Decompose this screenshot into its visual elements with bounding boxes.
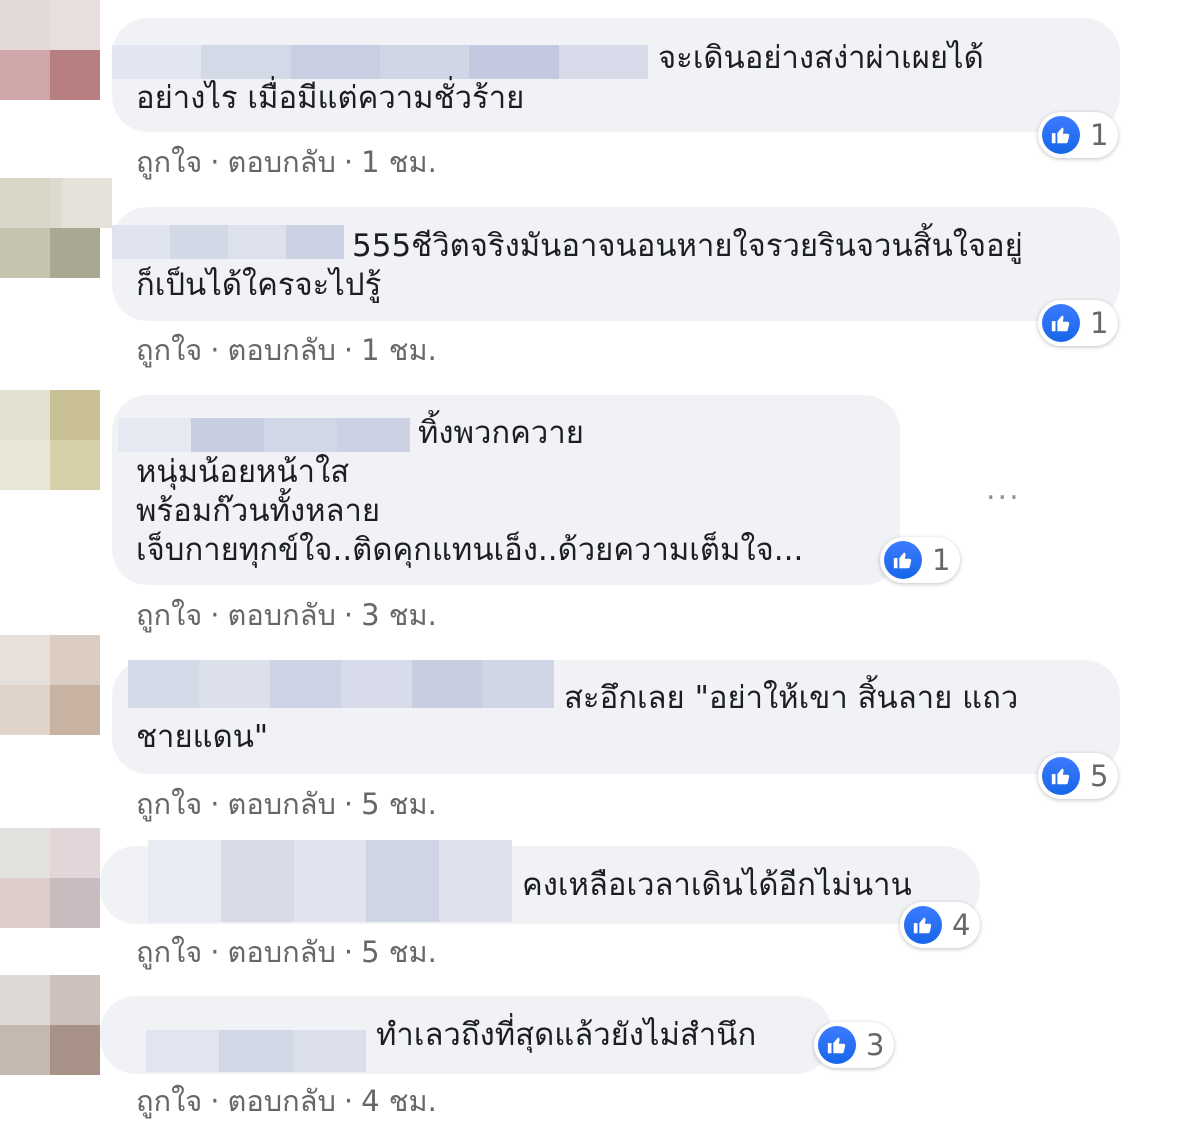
comment-text: 555ชีวิตจริงมันอาจนอนหายใจรวยรินจวนสิ้นใ… (352, 228, 1023, 264)
more-options-icon[interactable]: ... (986, 472, 1021, 507)
reply-link[interactable]: ตอบกลับ (228, 787, 336, 821)
like-link[interactable]: ถูกใจ (136, 598, 202, 632)
reaction-badge[interactable]: 4 (900, 902, 981, 948)
timestamp[interactable]: 1 ชม. (361, 333, 437, 367)
like-link[interactable]: ถูกใจ (136, 1084, 202, 1118)
separator: · (210, 333, 220, 367)
reply-link[interactable]: ตอบกลับ (228, 333, 336, 367)
reaction-count: 5 (1090, 759, 1109, 793)
commenter-name[interactable] (118, 418, 410, 452)
commenter-name[interactable] (146, 1030, 366, 1072)
comment-text: ชายแดน" (136, 719, 269, 755)
commenter-avatar[interactable] (0, 390, 100, 490)
comment-text: ก็เป็นได้ใครจะไปรู้ (136, 267, 382, 303)
commenter-name[interactable] (128, 660, 554, 708)
reaction-badge[interactable]: 1 (1038, 112, 1119, 158)
comment-text: เจ็บกายทุกข์ใจ..ติดคุกแทนเอ็ง..ด้วยความเ… (136, 532, 804, 568)
timestamp[interactable]: 5 ชม. (361, 935, 437, 969)
reaction-badge[interactable]: 3 (814, 1022, 895, 1068)
reaction-count: 4 (952, 908, 971, 942)
comment-actions: ถูกใจ · ตอบกลับ · 1 ชม. (136, 327, 437, 373)
separator: · (343, 935, 354, 969)
timestamp[interactable]: 1 ชม. (361, 145, 437, 179)
comment-actions: ถูกใจ · ตอบกลับ · 4 ชม. (136, 1078, 437, 1124)
commenter-avatar[interactable] (0, 0, 100, 100)
commenter-name[interactable] (148, 840, 512, 922)
like-link[interactable]: ถูกใจ (136, 145, 202, 179)
separator: · (210, 787, 220, 821)
commenter-name[interactable] (112, 45, 648, 79)
like-link[interactable]: ถูกใจ (136, 787, 202, 821)
reaction-badge[interactable]: 5 (1038, 753, 1119, 799)
comment-actions: ถูกใจ · ตอบกลับ · 5 ชม. (136, 929, 437, 975)
thumbs-up-icon (1042, 757, 1080, 795)
timestamp[interactable]: 4 ชม. (361, 1084, 437, 1118)
separator: · (343, 598, 354, 632)
separator: · (343, 1084, 354, 1118)
comment-actions: ถูกใจ · ตอบกลับ · 3 ชม. (136, 592, 437, 638)
separator: · (343, 333, 354, 367)
like-link[interactable]: ถูกใจ (136, 333, 202, 367)
comment-text: พร้อมก๊วนทั้งหลาย (136, 493, 381, 529)
thumbs-up-icon (818, 1026, 856, 1064)
separator: · (210, 598, 220, 632)
commenter-avatar-blur (62, 178, 112, 228)
comment-text: หนุ่มน้อยหน้าใส (136, 454, 350, 490)
separator: · (210, 935, 220, 969)
commenter-avatar[interactable] (0, 975, 100, 1075)
reaction-count: 1 (932, 543, 951, 577)
reaction-badge[interactable]: 1 (1038, 300, 1119, 346)
commenter-avatar[interactable] (0, 635, 100, 735)
separator: · (210, 145, 220, 179)
reply-link[interactable]: ตอบกลับ (228, 935, 336, 969)
separator: · (343, 145, 354, 179)
thumbs-up-icon (1042, 304, 1080, 342)
comment-actions: ถูกใจ · ตอบกลับ · 5 ชม. (136, 781, 437, 827)
reaction-badge[interactable]: 1 (880, 537, 961, 583)
comment-text: ทำเลวถึงที่สุดแล้วยังไม่สำนึก (376, 1017, 757, 1053)
reaction-count: 1 (1090, 306, 1109, 340)
comment-actions: ถูกใจ · ตอบกลับ · 1 ชม. (136, 139, 437, 185)
timestamp[interactable]: 3 ชม. (361, 598, 437, 632)
thumbs-up-icon (884, 541, 922, 579)
commenter-name[interactable] (112, 225, 344, 259)
thumbs-up-icon (1042, 116, 1080, 154)
reply-link[interactable]: ตอบกลับ (228, 1084, 336, 1118)
commenter-avatar[interactable] (0, 828, 100, 928)
separator: · (343, 787, 354, 821)
separator: · (210, 1084, 220, 1118)
like-link[interactable]: ถูกใจ (136, 935, 202, 969)
reaction-count: 1 (1090, 118, 1109, 152)
comment-text: ทิ้งพวกควาย (418, 415, 584, 451)
reply-link[interactable]: ตอบกลับ (228, 598, 336, 632)
comment-text: คงเหลือเวลาเดินได้อีกไม่นาน (522, 867, 912, 903)
timestamp[interactable]: 5 ชม. (361, 787, 437, 821)
comment-text: อย่างไร เมื่อมีแต่ความชั่วร้าย (136, 80, 525, 116)
thumbs-up-icon (904, 906, 942, 944)
reaction-count: 3 (866, 1028, 885, 1062)
comment-text: จะเดินอย่างสง่าผ่าเผยได้ (658, 40, 984, 76)
reply-link[interactable]: ตอบกลับ (228, 145, 336, 179)
comment-text: สะอึกเลย "อย่าให้เขา สิ้นลาย แถว (564, 680, 1019, 716)
